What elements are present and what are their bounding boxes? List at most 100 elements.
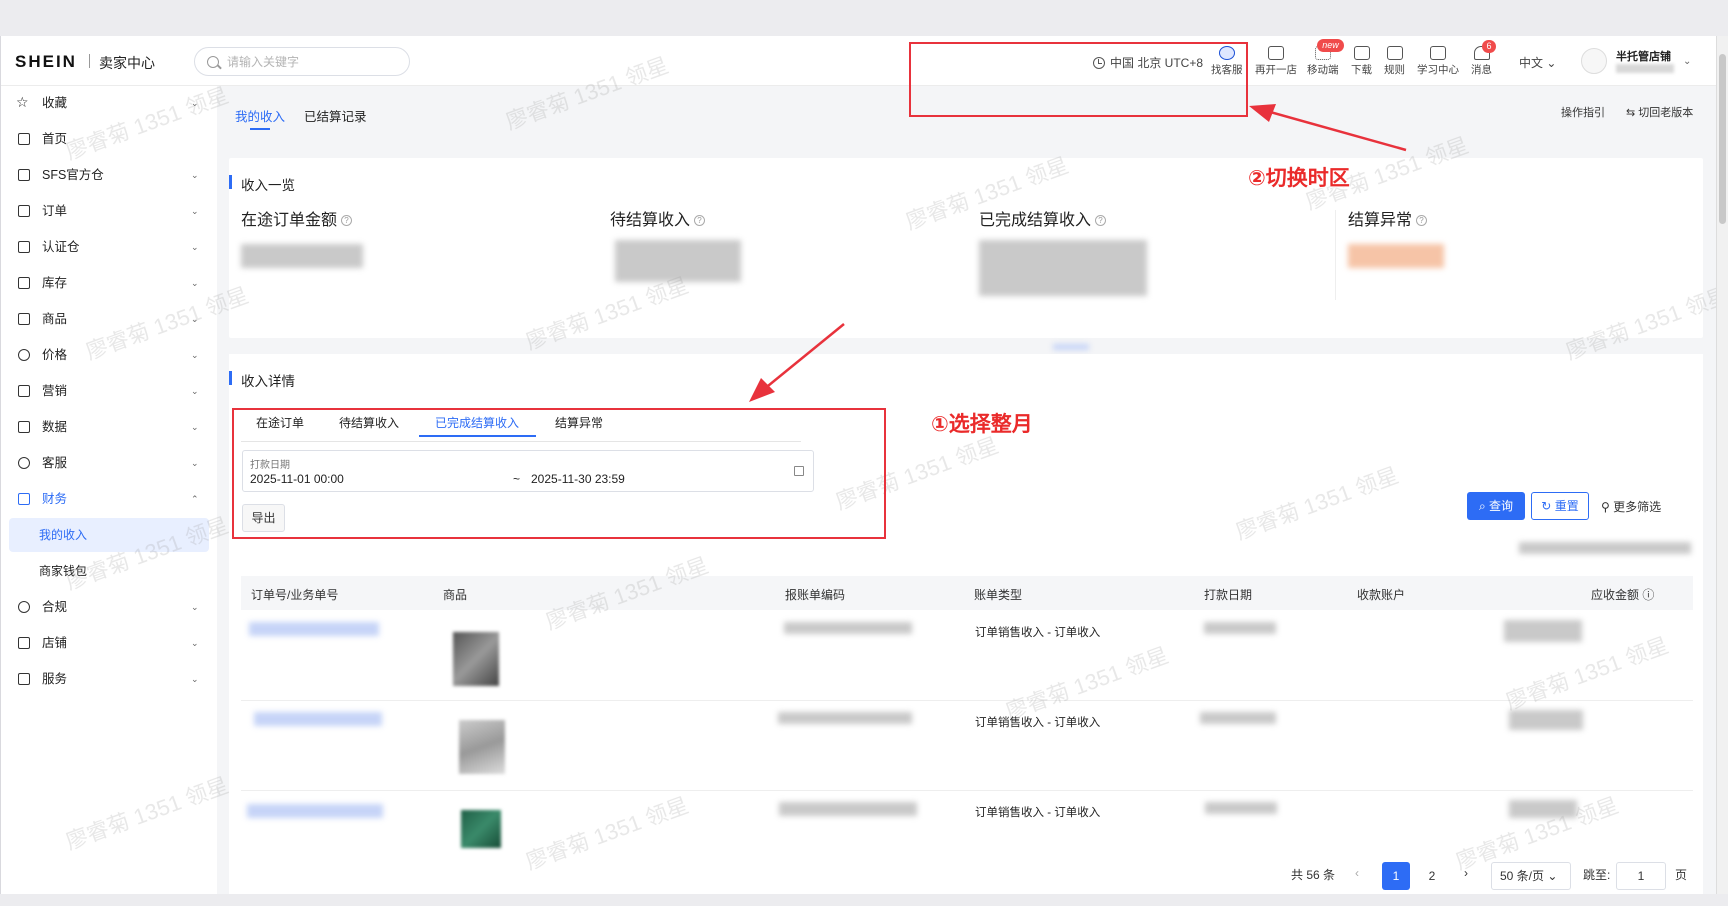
annotation-switch-timezone: ②切换时区 (1248, 167, 1350, 190)
shop-name[interactable]: 半托管店铺 (1616, 48, 1671, 64)
open-another-store-button[interactable]: 再开一店 (1255, 46, 1297, 77)
switch-old-version-link[interactable]: ⇆ 切回老版本 (1626, 104, 1693, 120)
stat-pending-settlement: 待结算收入? (610, 206, 706, 230)
portal-title: 卖家中心 (99, 55, 155, 71)
redacted-payment-date (1204, 622, 1276, 634)
jump-page-input[interactable]: 1 (1616, 862, 1666, 890)
chevron-down-icon: ⌄ (191, 386, 199, 396)
sidebar-item-marketing[interactable]: 营销 ⌄ (1, 374, 217, 408)
data-icon (18, 421, 30, 433)
total-count: 共 56 条 (1291, 868, 1336, 882)
filter-icon: ⚲ (1601, 500, 1614, 514)
warehouse-icon (18, 169, 30, 181)
row-divider (241, 700, 1693, 701)
rules-icon (1386, 46, 1403, 60)
prev-page-button[interactable]: ‹ (1355, 866, 1359, 880)
search-input[interactable] (227, 53, 397, 71)
chevron-down-icon[interactable]: ⌄ (1683, 56, 1691, 67)
marketing-icon (18, 385, 30, 397)
bell-icon: 6 (1473, 40, 1496, 60)
download-button[interactable]: 下载 (1351, 46, 1372, 77)
redacted-exception-value (1348, 244, 1444, 268)
sidebar-item-home[interactable]: 首页 (1, 122, 217, 156)
price-icon (18, 349, 30, 361)
redacted-order-number (247, 804, 383, 818)
product-thumbnail[interactable] (461, 810, 501, 848)
sidebar-item-data[interactable]: 数据 ⌄ (1, 410, 217, 444)
query-button[interactable]: ⌕ 查询 (1467, 492, 1525, 520)
help-icon[interactable]: ? (341, 215, 353, 226)
chevron-down-icon: ⌄ (191, 278, 199, 288)
sidebar-item-favorites[interactable]: ☆ 收藏 ⌄ (1, 86, 217, 120)
product-icon (18, 313, 30, 325)
sidebar-item-certified-warehouse[interactable]: 认证仓 ⌄ (1, 230, 217, 264)
redacted-payment-date (1205, 802, 1277, 814)
sidebar: ☆ 收藏 ⌄ 首页 SFS官方仓 ⌄ 订单 ⌄ 认证仓 ⌄ 库存 ⌄ 商品 ⌄ 价格 ⌄ 营销 ⌄… (1, 86, 217, 894)
mobile-app-icon: new (1314, 39, 1344, 60)
learning-center-button[interactable]: 学习中心 (1417, 46, 1459, 77)
page-2-button[interactable]: 2 (1418, 862, 1446, 890)
sidebar-item-customer-service[interactable]: 客服 ⌄ (1, 446, 217, 480)
product-thumbnail[interactable] (453, 632, 499, 686)
search-icon: ⌕ (1478, 499, 1490, 513)
logo-divider (89, 54, 90, 68)
shop-icon (18, 637, 30, 649)
messages-button[interactable]: 6 消息 (1471, 40, 1496, 77)
table-header: 订单号/业务单号 商品 报账单编码 账单类型 打款日期 收款账户 应收金额 ⓘ (241, 576, 1693, 610)
stat-settlement-exception: 结算异常? (1348, 206, 1428, 230)
reset-button[interactable]: ↻ 重置 (1531, 492, 1589, 520)
new-badge: new (1317, 39, 1344, 52)
chevron-up-icon: ⌃ (191, 494, 199, 504)
redacted-order-number (249, 622, 379, 636)
chevron-down-icon: ⌄ (191, 170, 199, 180)
more-filters-button[interactable]: ⚲ 更多筛选 (1601, 498, 1661, 515)
bill-type-cell: 订单销售收入 - 订单收入 (975, 627, 1101, 639)
operation-guide-link[interactable]: 操作指引 (1561, 104, 1605, 120)
language-selector[interactable]: 中文 ⌄ (1519, 54, 1556, 71)
chevron-down-icon: ⌄ (191, 98, 199, 108)
annotation-select-full-month: ①选择整月 (931, 413, 1033, 436)
sidebar-item-finance[interactable]: 财务 ⌃ (1, 482, 217, 516)
sidebar-item-services[interactable]: 服务 ⌄ (1, 662, 217, 696)
help-icon[interactable]: ? (694, 215, 706, 226)
sidebar-item-compliance[interactable]: 合规 ⌄ (1, 590, 217, 624)
sidebar-subitem-merchant-wallet[interactable]: 商家钱包 (9, 554, 209, 588)
bill-type-cell: 订单销售收入 - 订单收入 (975, 717, 1101, 729)
refresh-icon: ↻ (1541, 499, 1555, 513)
help-icon[interactable]: ⓘ (1642, 588, 1654, 602)
redacted-amount (1504, 620, 1582, 642)
wallet-icon (18, 493, 30, 505)
sidebar-item-products[interactable]: 商品 ⌄ (1, 302, 217, 336)
shop-avatar[interactable] (1581, 48, 1607, 74)
page-size-select[interactable]: 50 条/页 ⌄ (1491, 862, 1571, 890)
window-top-strip (0, 0, 1728, 36)
help-icon[interactable]: ? (1095, 215, 1107, 226)
brand-logo[interactable]: SHEIN (15, 52, 77, 72)
scrollbar-thumb[interactable] (1719, 54, 1726, 224)
sidebar-item-sfs-warehouse[interactable]: SFS官方仓 ⌄ (1, 158, 217, 192)
product-thumbnail[interactable] (459, 720, 505, 774)
page-1-button[interactable]: 1 (1382, 862, 1410, 890)
col-order-number: 订单号/业务单号 (251, 588, 339, 602)
message-count-badge: 6 (1482, 40, 1496, 53)
tab-settled-records[interactable]: 已结算记录 (304, 106, 367, 125)
vertical-scrollbar[interactable] (1716, 36, 1728, 894)
sidebar-item-orders[interactable]: 订单 ⌄ (1, 194, 217, 228)
stat-completed-settlement: 已完成结算收入? (979, 206, 1107, 230)
col-product: 商品 (443, 588, 468, 602)
sidebar-item-price[interactable]: 价格 ⌄ (1, 338, 217, 372)
redacted-amount (1509, 710, 1583, 730)
help-icon[interactable]: ? (1416, 215, 1428, 226)
sidebar-item-inventory[interactable]: 库存 ⌄ (1, 266, 217, 300)
tab-my-income[interactable]: 我的收入 (235, 106, 285, 130)
sidebar-subitem-my-income[interactable]: 我的收入 (9, 518, 209, 552)
rules-button[interactable]: 规则 (1384, 46, 1405, 77)
next-page-button[interactable]: › (1464, 866, 1468, 880)
search-box[interactable] (194, 47, 410, 76)
stat-in-transit-amount: 在途订单金额? (241, 206, 353, 230)
row-divider (241, 790, 1693, 791)
sidebar-item-shop[interactable]: 店铺 ⌄ (1, 626, 217, 660)
chevron-down-icon: ⌄ (1547, 869, 1558, 883)
mobile-app-button[interactable]: new 移动端 (1307, 39, 1344, 77)
annotation-box-timezone (909, 42, 1248, 117)
